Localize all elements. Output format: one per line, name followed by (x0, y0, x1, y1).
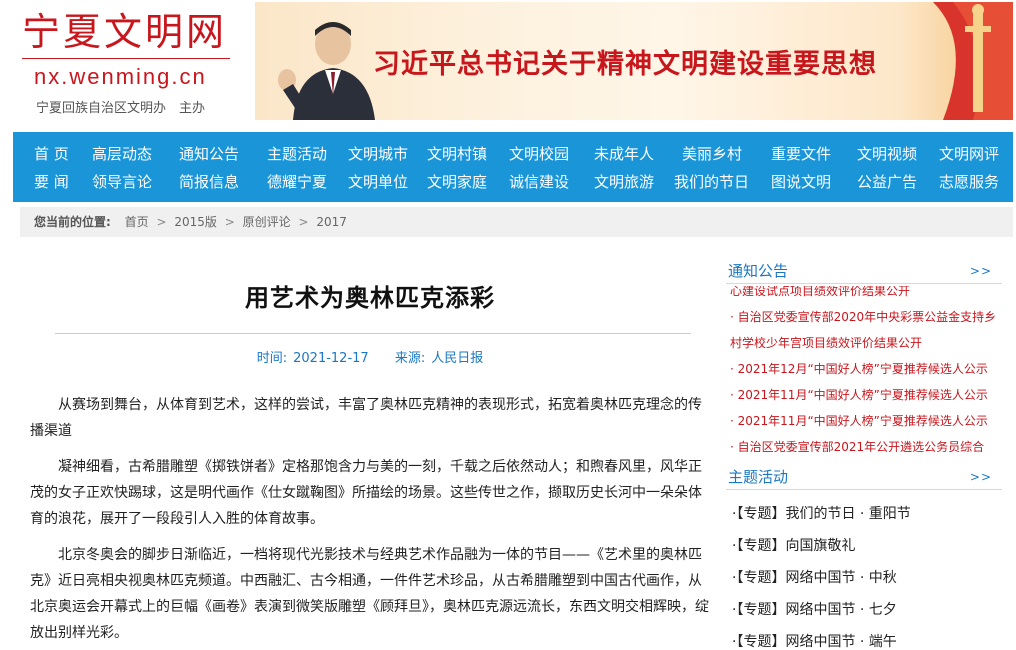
title-divider (55, 333, 691, 334)
breadcrumb: 您当前的位置: 首页 > 2015版 > 原创评论 > 2017 (20, 207, 1013, 237)
site-header: 宁夏文明网 nx.wenming.cn 宁夏回族自治区文明办 主办 习近平总书记… (0, 0, 1016, 130)
sidebar: 通知公告 >> 心建设试点项目绩效评价结果公开 · 自治区党委宣传部2020年中… (726, 258, 1002, 650)
publish-date: 2021-12-17 (293, 351, 369, 366)
nav-item-web-commentary[interactable]: 文明网评 (939, 140, 999, 168)
notice-item[interactable]: · 自治区党委宣传部2020年中央彩票公益金支持乡村学校少年宫项目绩效评价结果公… (726, 304, 1002, 356)
nav-item-picture-stories[interactable]: 图说文明 (771, 168, 831, 196)
nav-item-notices[interactable]: 通知公告 (179, 140, 239, 168)
nav-item-volunteer[interactable]: 志愿服务 (939, 168, 999, 196)
nav-item-our-festivals[interactable]: 我们的节日 (674, 168, 749, 196)
nav-row-1: 首 页 高层动态 通知公告 主题活动 文明城市 文明村镇 文明校园 未成年人 美… (13, 140, 1013, 168)
nav-item-minors[interactable]: 未成年人 (594, 140, 654, 168)
notice-item[interactable]: · 2021年11月“中国好人榜”宁夏推荐候选人公示 (726, 408, 1002, 434)
main-nav: 首 页 高层动态 通知公告 主题活动 文明城市 文明村镇 文明校园 未成年人 美… (13, 132, 1013, 202)
nav-item-leadership-news[interactable]: 高层动态 (92, 140, 152, 168)
header-banner[interactable]: 习近平总书记关于精神文明建设重要思想 (255, 2, 1013, 120)
nav-item-home[interactable]: 首 页 (34, 140, 69, 168)
nav-row-2: 要 闻 领导言论 简报信息 德耀宁夏 文明单位 文明家庭 诚信建设 文明旅游 我… (13, 168, 1013, 196)
site-url: nx.wenming.cn (34, 64, 207, 89)
notice-header: 通知公告 >> (726, 258, 1002, 284)
topic-item[interactable]: ·【专题】网络中国节 · 端午 (726, 626, 1002, 650)
nav-item-civilized-units[interactable]: 文明单位 (348, 168, 408, 196)
notice-item[interactable]: 心建设试点项目绩效评价结果公开 (726, 286, 1002, 304)
breadcrumb-lead: 您当前的位置: (34, 215, 111, 229)
breadcrumb-home[interactable]: 首页 (125, 215, 149, 229)
topic-item[interactable]: ·【专题】网络中国节 · 七夕 (726, 594, 1002, 626)
topic-item[interactable]: ·【专题】网络中国节 · 中秋 (726, 562, 1002, 594)
article-title: 用艺术为奥林匹克添彩 (245, 284, 495, 312)
nav-item-videos[interactable]: 文明视频 (857, 140, 917, 168)
nav-item-public-ads[interactable]: 公益广告 (857, 168, 917, 196)
nav-item-civilized-campus[interactable]: 文明校园 (509, 140, 569, 168)
nav-item-civilized-village[interactable]: 文明村镇 (427, 140, 487, 168)
nav-item-integrity[interactable]: 诚信建设 (509, 168, 569, 196)
breadcrumb-separator: > (298, 215, 309, 229)
topics-list: ·【专题】我们的节日 · 重阳节 ·【专题】向国旗敬礼 ·【专题】网络中国节 ·… (726, 498, 1002, 650)
article-paragraph: 北京冬奥会的脚步日渐临近，一档将现代光影技术与经典艺术作品融为一体的节目——《艺… (30, 547, 709, 641)
breadcrumb-original-commentary[interactable]: 原创评论 (243, 215, 291, 229)
topics-title[interactable]: 主题活动 (728, 464, 788, 490)
nav-item-briefings[interactable]: 简报信息 (179, 168, 239, 196)
notice-list: 心建设试点项目绩效评价结果公开 · 自治区党委宣传部2020年中央彩票公益金支持… (726, 286, 1002, 452)
source-name: 人民日报 (431, 351, 484, 366)
article-paragraph: 凝神细看，古希腊雕塑《掷铁饼者》定格那饱含力与美的一刻，千载之后依然动人；和煦春… (30, 459, 702, 527)
site-name: 宁夏文明网 (22, 10, 228, 54)
nav-item-theme-activities[interactable]: 主题活动 (267, 140, 327, 168)
breadcrumb-2015-edition[interactable]: 2015版 (174, 215, 217, 229)
article-body: 从赛场到舞台，从体育到艺术，这样的尝试，丰富了奥林匹克精神的表现形式，拓宽着奥林… (30, 392, 710, 650)
breadcrumb-separator: > (156, 215, 167, 229)
nav-item-civilized-tourism[interactable]: 文明旅游 (594, 168, 654, 196)
nav-item-beautiful-countryside[interactable]: 美丽乡村 (682, 140, 742, 168)
site-logo[interactable]: 宁夏文明网 nx.wenming.cn 宁夏回族自治区文明办 主办 (22, 8, 242, 116)
site-sponsor: 宁夏回族自治区文明办 主办 (36, 101, 206, 116)
breadcrumb-separator: > (224, 215, 235, 229)
notice-title[interactable]: 通知公告 (728, 258, 788, 284)
article-paragraph: 从赛场到舞台，从体育到艺术，这样的尝试，丰富了奥林匹克精神的表现形式，拓宽着奥林… (30, 397, 702, 439)
nav-item-leader-speeches[interactable]: 领导言论 (92, 168, 152, 196)
notice-item[interactable]: · 2021年11月“中国好人榜”宁夏推荐候选人公示 (726, 382, 1002, 408)
time-label: 时间: (256, 351, 288, 366)
nav-item-civilized-families[interactable]: 文明家庭 (427, 168, 487, 196)
topics-header: 主题活动 >> (726, 464, 1002, 490)
banner-title: 习近平总书记关于精神文明建设重要思想 (373, 49, 877, 80)
source-label: 来源: (394, 351, 426, 366)
nav-item-documents[interactable]: 重要文件 (771, 140, 831, 168)
logo-divider (22, 58, 230, 59)
topic-item[interactable]: ·【专题】向国旗敬礼 (726, 530, 1002, 562)
nav-item-virtue-ningxia[interactable]: 德耀宁夏 (267, 168, 327, 196)
nav-item-headlines[interactable]: 要 闻 (34, 168, 69, 196)
huabiao-decoration (933, 2, 1013, 120)
nav-item-civilized-city[interactable]: 文明城市 (348, 140, 408, 168)
topics-more-link[interactable]: >> (970, 464, 992, 490)
article-meta: 时间: 2021-12-17 来源: 人民日报 (30, 347, 710, 366)
notice-item[interactable]: · 自治区党委宣传部2021年公开遴选公务员综合 (726, 434, 1002, 452)
notice-item[interactable]: · 2021年12月“中国好人榜”宁夏推荐候选人公示 (726, 356, 1002, 382)
notice-more-link[interactable]: >> (970, 258, 992, 284)
breadcrumb-2017[interactable]: 2017 (316, 215, 347, 229)
topic-item[interactable]: ·【专题】我们的节日 · 重阳节 (726, 498, 1002, 530)
leader-portrait-image (278, 22, 375, 120)
